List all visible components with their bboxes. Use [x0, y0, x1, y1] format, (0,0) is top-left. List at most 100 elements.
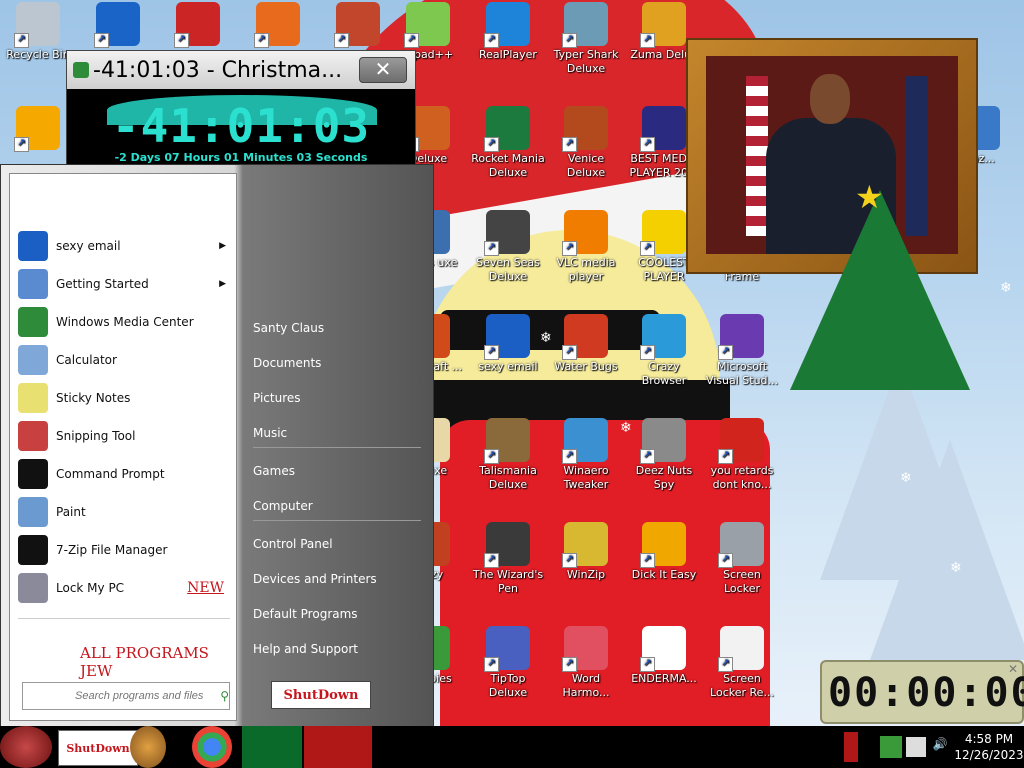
start-menu-link[interactable]: Pictures — [253, 391, 301, 405]
christmas-tree-taskbar-icon[interactable] — [242, 726, 302, 768]
desktop-icon-label: Winaero Tweaker — [563, 464, 609, 491]
desktop-icon[interactable]: ↗ Screen Locker — [704, 522, 780, 596]
desktop-icon[interactable]: ↗ Deez Nuts Spy — [626, 418, 702, 492]
desktop-icon[interactable]: ↗ The Wizard's Pen — [470, 522, 546, 596]
desktop-icon[interactable]: ↗ — [320, 2, 396, 48]
file-explorer-icon[interactable] — [130, 726, 166, 768]
desktop-icon[interactable]: ↗ Rocket Mania Deluxe — [470, 106, 546, 180]
desktop-icon[interactable]: ↗ — [240, 2, 316, 48]
desktop-icon[interactable]: ↗ — [160, 2, 236, 48]
start-menu-item[interactable]: Lock My PC NEW — [18, 572, 230, 604]
start-menu-item[interactable]: Sticky Notes — [18, 382, 230, 414]
countdown-taskbar-button[interactable] — [304, 726, 372, 768]
start-menu-item[interactable]: Snipping Tool — [18, 420, 230, 452]
app-icon: ↗ — [562, 522, 608, 568]
desktop-icon[interactable]: ↗ Venice Deluxe — [548, 106, 624, 180]
desktop-icon[interactable]: ↗ Seven Seas Deluxe — [470, 210, 546, 284]
desktop-icon[interactable]: ↗ — [80, 2, 156, 48]
desktop-icon[interactable]: ↗ Talismania Deluxe — [470, 418, 546, 492]
shortcut-arrow-icon: ↗ — [718, 449, 733, 464]
desktop-icon[interactable]: ↗ Microsoft Visual Stud... — [704, 314, 780, 388]
desktop-icon[interactable]: ↗ Screen Locker Re... — [704, 626, 780, 700]
stopwatch-gadget[interactable]: 00:00:00 ✕ — [820, 660, 1024, 724]
command-prompt-icon — [18, 459, 48, 489]
start-menu-item[interactable]: Paint — [18, 496, 230, 528]
desktop-icon[interactable]: ↗ WinZip — [548, 522, 624, 582]
desktop-icon[interactable]: ↗ Dick It Easy — [626, 522, 702, 582]
start-menu-link[interactable]: Documents — [253, 356, 321, 370]
search-input[interactable] — [73, 689, 221, 703]
start-button[interactable] — [0, 726, 52, 768]
shutdown-taskbar-button[interactable]: ShutDown — [58, 730, 138, 766]
desktop-icon-label: Word Harmo... — [562, 672, 610, 699]
shortcut-arrow-icon: ↗ — [640, 345, 655, 360]
desktop-icon[interactable]: ↗ Recycle Bin — [0, 2, 76, 62]
start-menu-link[interactable]: Santy Claus — [253, 321, 324, 335]
start-menu-item-label: Lock My PC — [56, 581, 125, 595]
christmas-tree-gadget[interactable] — [790, 190, 970, 390]
desktop-icon[interactable]: ↗ Winaero Tweaker — [548, 418, 624, 492]
close-icon[interactable]: ✕ — [1008, 662, 1018, 676]
network-icon[interactable] — [906, 737, 926, 757]
app-icon: ↗ — [640, 626, 686, 672]
desktop-icon[interactable]: ↗ Crazy Browser — [626, 314, 702, 388]
start-menu-item[interactable]: 7-Zip File Manager — [18, 534, 230, 566]
start-menu-link[interactable]: Music — [253, 426, 287, 440]
desktop-icon-label: WinZip — [566, 568, 606, 581]
start-menu-item-label: Sticky Notes — [56, 391, 131, 405]
app-icon: ↗ — [404, 2, 450, 48]
start-menu-item[interactable]: Windows Media Center — [18, 306, 230, 338]
shortcut-arrow-icon: ↗ — [484, 345, 499, 360]
start-menu-item[interactable]: Getting Started ▶ — [18, 268, 230, 300]
all-programs-button[interactable]: ALL PROGRAMS JEW — [80, 644, 236, 680]
start-menu-item[interactable]: Command Prompt — [18, 458, 230, 490]
start-menu-link[interactable]: Games — [253, 464, 295, 478]
app-icon: ↗ — [562, 314, 608, 360]
tray-item[interactable] — [844, 732, 858, 762]
start-menu-link[interactable]: Help and Support — [253, 642, 358, 656]
app-icon: ↗ — [484, 522, 530, 568]
app-icon: ↗ — [640, 418, 686, 464]
search-box[interactable]: ⚲ — [22, 682, 230, 710]
shortcut-arrow-icon: ↗ — [484, 449, 499, 464]
start-menu-link[interactable]: Devices and Printers — [253, 572, 377, 586]
desktop-icon[interactable]: ↗ ENDERMA... — [626, 626, 702, 686]
shortcut-arrow-icon: ↗ — [718, 657, 733, 672]
app-icon: ↗ — [562, 106, 608, 152]
desktop-icon-label: Microsoft Visual Stud... — [705, 360, 779, 387]
app-icon: ↗ — [254, 2, 300, 48]
app-icon: ↗ — [718, 418, 764, 464]
desktop-icon-label: Rocket Mania Deluxe — [471, 152, 545, 179]
app-icon: ↗ — [94, 2, 140, 48]
thunderbird-icon — [18, 231, 48, 261]
start-menu-link[interactable]: Computer — [253, 499, 313, 513]
desktop-icon[interactable]: ↗ — [0, 106, 76, 152]
start-menu-link[interactable]: Default Programs — [253, 607, 358, 621]
action-center-icon[interactable] — [880, 736, 902, 758]
start-menu-item-label: sexy email — [56, 239, 121, 253]
shortcut-arrow-icon: ↗ — [484, 241, 499, 256]
chrome-icon[interactable] — [192, 726, 232, 768]
shortcut-arrow-icon: ↗ — [484, 33, 499, 48]
desktop-icon[interactable]: ↗ Typer Shark Deluxe — [548, 2, 624, 76]
shutdown-button[interactable]: ShutDown — [271, 681, 371, 709]
desktop-icon[interactable]: ↗ you retards dont kno... — [704, 418, 780, 492]
desktop-icon[interactable]: ↗ TipTop Deluxe — [470, 626, 546, 700]
desktop-icon[interactable]: ↗ Water Bugs — [548, 314, 624, 374]
clock[interactable]: 4:58 PM 12/26/2023 — [954, 731, 1024, 763]
desktop-icon[interactable]: ↗ VLC media player — [548, 210, 624, 284]
shortcut-arrow-icon: ↗ — [484, 553, 499, 568]
desktop-icon[interactable]: ↗ sexy email — [470, 314, 546, 374]
search-icon: ⚲ — [220, 689, 229, 703]
calculator-icon — [18, 345, 48, 375]
app-icon: ↗ — [484, 106, 530, 152]
desktop-icon[interactable]: ↗ Word Harmo... — [548, 626, 624, 700]
close-button[interactable]: ✕ — [359, 57, 407, 83]
desktop-icon[interactable]: ↗ RealPlayer — [470, 2, 546, 62]
start-menu-item[interactable]: Calculator — [18, 344, 230, 376]
volume-icon[interactable]: 🔊 — [930, 737, 950, 757]
start-menu-link[interactable]: Control Panel — [253, 537, 333, 551]
start-menu-item[interactable]: sexy email ▶ — [18, 230, 230, 262]
christmas-countdown-window[interactable]: -41:01:03 - Christma... ✕ -41:01:03 -2 D… — [66, 50, 416, 168]
app-icon: ↗ — [562, 418, 608, 464]
